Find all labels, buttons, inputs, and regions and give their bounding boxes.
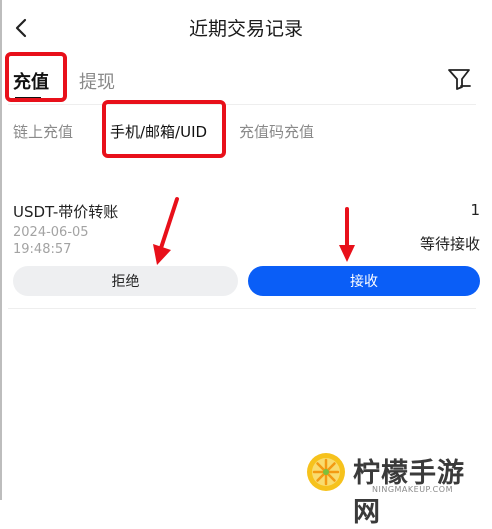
reject-button[interactable]: 拒绝 [13,266,238,296]
red-arrow-annotation [339,207,355,262]
accept-button[interactable]: 接收 [248,266,480,296]
record-date: 2024-06-05 [13,225,89,240]
subtab-on-chain-recharge[interactable]: 链上充值 [13,121,73,142]
record-count: 1 [470,201,480,219]
red-arrow-annotation [153,197,179,265]
top-nav-bar: 近期交易记录 [0,0,492,56]
record-title: USDT-带价转账 [13,203,119,221]
page-title: 近期交易记录 [188,18,303,40]
highlight-box-phone-subtab [102,100,226,158]
record-status: 等待接收 [419,235,480,253]
subtab-recharge-code[interactable]: 充值码充值 [239,121,314,142]
tab-withdraw[interactable]: 提现 [79,68,115,94]
record-time: 19:48:57 [13,242,72,257]
tabs-divider [8,104,476,105]
left-edge-line [0,0,2,500]
watermark-subtext: NINGMAKEUP.COM [372,485,453,494]
watermark-lemon-logo [307,453,345,491]
filter-funnel-icon[interactable] [446,66,472,92]
record-divider [8,308,476,309]
highlight-box-recharge-tab [5,52,67,102]
